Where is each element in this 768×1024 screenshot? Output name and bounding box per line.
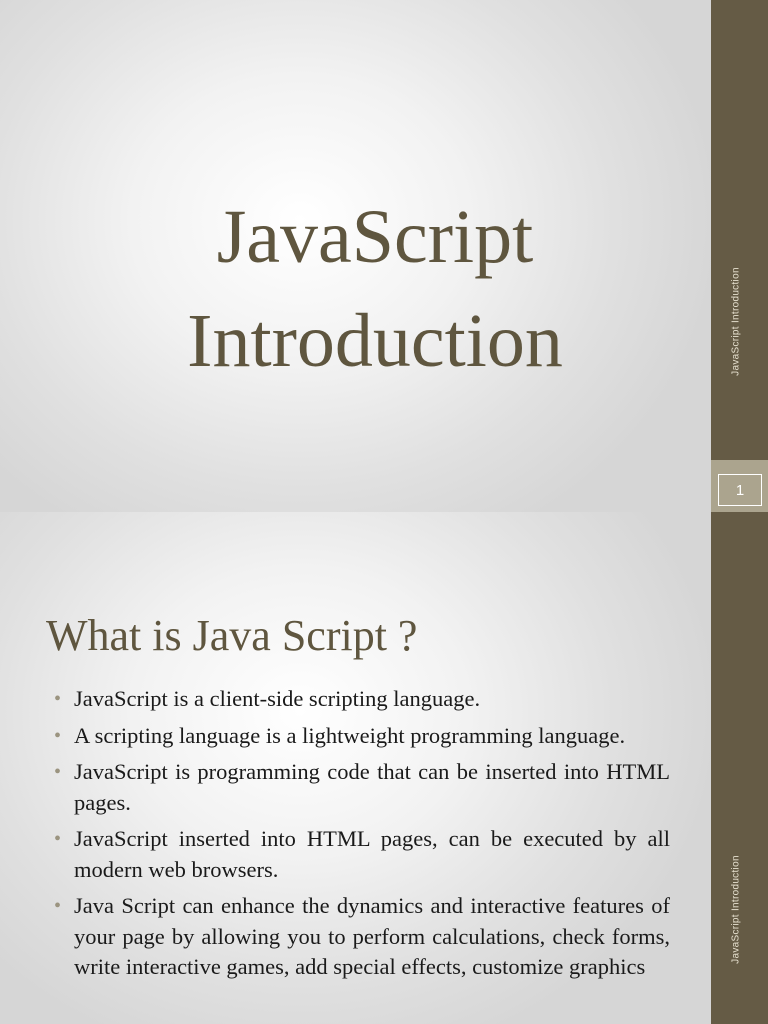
bullet-list: • JavaScript is a client-side scripting l… <box>52 684 670 989</box>
slide-sidebar <box>711 0 768 512</box>
list-item: • JavaScript is a client-side scripting l… <box>52 684 670 715</box>
bullet-icon: • <box>54 761 62 783</box>
sidebar-footer-label: JavaScript Introduction <box>730 267 742 376</box>
title-slide: JavaScript Introduction 1 JavaScript Int… <box>0 0 768 512</box>
sidebar-footer-label: JavaScript Introduction <box>730 855 742 964</box>
list-item: • Java Script can enhance the dynamics an… <box>54 893 670 979</box>
slide-title: JavaScript Introduction <box>40 185 710 393</box>
list-item: • A scripting language is a lightweight p… <box>52 721 670 752</box>
slide-number: 1 <box>718 474 762 506</box>
content-slide: JavaScript Introduction What is Java Scr… <box>0 512 768 1024</box>
bullet-icon: • <box>54 828 62 850</box>
bullet-icon: • <box>54 724 62 747</box>
list-item: • JavaScript inserted into HTML pages, ca… <box>54 826 670 882</box>
bullet-icon: • <box>54 688 62 710</box>
slide-title-line-2: Introduction <box>187 299 563 383</box>
slide-title-line-1: JavaScript <box>216 195 534 279</box>
list-item: • JavaScript is programming code that can… <box>54 759 670 815</box>
slide-heading: What is Java Script ? <box>46 611 418 660</box>
bullet-icon: • <box>54 895 62 917</box>
